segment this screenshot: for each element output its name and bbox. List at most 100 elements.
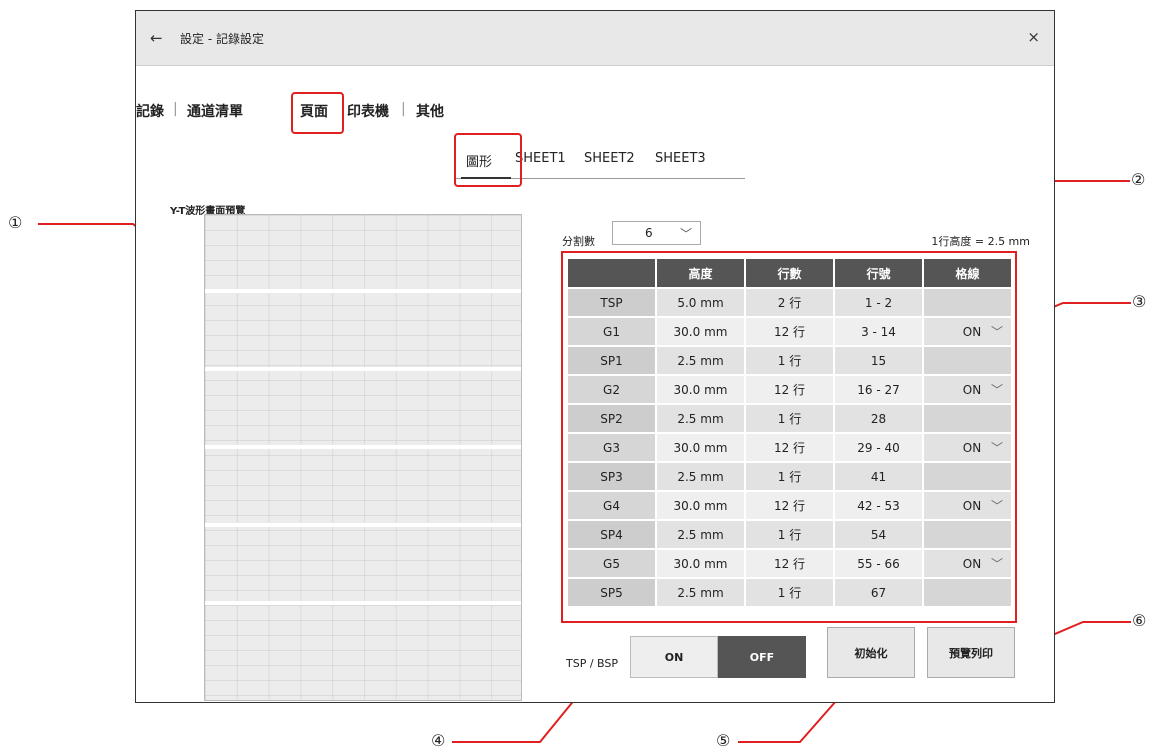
tsp-bsp-label: TSP / BSP — [566, 657, 619, 670]
table-row: TSP 5.0 mm 2 行 1 - 2 — [566, 287, 1013, 318]
subtab-sheet1[interactable]: SHEET1 — [515, 151, 566, 166]
tsp-bsp-off-button[interactable]: OFF — [718, 636, 806, 678]
preview-gap — [205, 289, 521, 293]
row-count: 12 行 — [744, 548, 835, 579]
callout-3: ③ — [1132, 292, 1147, 311]
tab-printer[interactable]: 印表機 — [347, 101, 389, 121]
subtab-sheet3[interactable]: SHEET3 — [655, 151, 706, 166]
row-name: SP2 — [566, 403, 657, 434]
row-numbers: 15 — [833, 345, 924, 376]
chevron-down-icon: ﹀ — [990, 499, 1003, 513]
row-numbers: 3 - 14 — [833, 316, 924, 347]
close-icon[interactable]: × — [1027, 28, 1040, 46]
row-count: 1 行 — [744, 577, 835, 608]
grid-cell — [922, 345, 1013, 376]
grid-value: ON — [962, 382, 982, 397]
row-numbers: 67 — [833, 577, 924, 608]
tsp-bsp-on-button[interactable]: ON — [630, 636, 718, 678]
row-count: 2 行 — [744, 287, 835, 318]
grid-value: ON — [962, 556, 982, 571]
table-header: 格線 — [922, 257, 1013, 289]
row-numbers: 42 - 53 — [833, 490, 924, 521]
row-height: 30.0 mm — [655, 316, 746, 347]
title-bar: ← 設定 - 記錄設定 × — [136, 11, 1054, 66]
grid-cell — [922, 519, 1013, 550]
preview-gap — [205, 445, 521, 449]
chevron-down-icon: ﹀ — [990, 441, 1003, 455]
row-count: 12 行 — [744, 374, 835, 405]
table-row: G5 30.0 mm 12 行 55 - 66 ON ﹀ — [566, 548, 1013, 579]
grid-select[interactable]: ON ﹀ — [922, 374, 1013, 405]
row-height: 2.5 mm — [655, 577, 746, 608]
tab-divider: | — [401, 101, 406, 117]
callout-1: ① — [8, 213, 23, 232]
grid-select[interactable]: ON ﹀ — [922, 490, 1013, 521]
table-row: SP4 2.5 mm 1 行 54 — [566, 519, 1013, 550]
chevron-down-icon: ﹀ — [990, 557, 1003, 571]
row-name: SP1 — [566, 345, 657, 376]
row-count: 1 行 — [744, 403, 835, 434]
row-height: 30.0 mm — [655, 374, 746, 405]
tab-other[interactable]: 其他 — [416, 101, 444, 121]
table-row: G2 30.0 mm 12 行 16 - 27 ON ﹀ — [566, 374, 1013, 405]
row-count: 1 行 — [744, 345, 835, 376]
window-title: 設定 - 記錄設定 — [180, 32, 264, 46]
row-count: 12 行 — [744, 490, 835, 521]
division-table: 高度 行數 行號 格線 TSP 5.0 mm 2 行 1 - 2 G1 30.0… — [566, 257, 1013, 608]
row-name: SP5 — [566, 577, 657, 608]
back-arrow-icon[interactable]: ← — [150, 29, 163, 47]
divisions-select[interactable]: 6 ﹀ — [612, 221, 701, 245]
row-numbers: 29 - 40 — [833, 432, 924, 463]
row-height: 2.5 mm — [655, 403, 746, 434]
row-numbers: 28 — [833, 403, 924, 434]
settings-window: ← 設定 - 記錄設定 × 記錄 | 通道清單 頁面 印表機 | 其他 圖形 S… — [135, 10, 1055, 703]
tab-channel-list[interactable]: 通道清單 — [187, 101, 243, 121]
chevron-down-icon: ﹀ — [679, 227, 692, 241]
print-preview-button[interactable]: 預覽列印 — [927, 627, 1015, 678]
chevron-down-icon: ﹀ — [990, 325, 1003, 339]
subtab-sheet2[interactable]: SHEET2 — [584, 151, 635, 166]
table-row: SP3 2.5 mm 1 行 41 — [566, 461, 1013, 492]
tab-divider: | — [173, 101, 178, 117]
grid-value: ON — [962, 324, 982, 339]
grid-cell — [922, 403, 1013, 434]
callout-5: ⑤ — [716, 731, 731, 750]
highlight-page-tab — [291, 92, 344, 134]
tab-record[interactable]: 記錄 — [136, 101, 164, 121]
table-row: G3 30.0 mm 12 行 29 - 40 ON ﹀ — [566, 432, 1013, 463]
row-height: 2.5 mm — [655, 345, 746, 376]
row-height: 30.0 mm — [655, 490, 746, 521]
row-height: 30.0 mm — [655, 432, 746, 463]
row-count: 12 行 — [744, 316, 835, 347]
row-numbers: 41 — [833, 461, 924, 492]
row-numbers: 16 - 27 — [833, 374, 924, 405]
grid-select[interactable]: ON ﹀ — [922, 432, 1013, 463]
preview-gap — [205, 367, 521, 371]
table-row: SP1 2.5 mm 1 行 15 — [566, 345, 1013, 376]
table-header: 行號 — [833, 257, 924, 289]
row-numbers: 1 - 2 — [833, 287, 924, 318]
row-numbers: 55 - 66 — [833, 548, 924, 579]
row-height: 5.0 mm — [655, 287, 746, 318]
row-height: 2.5 mm — [655, 461, 746, 492]
divisions-value: 6 — [645, 226, 653, 240]
highlight-graph-subtab — [454, 133, 522, 187]
table-header: 高度 — [655, 257, 746, 289]
table-header: 行數 — [744, 257, 835, 289]
yt-waveform-preview — [204, 214, 522, 701]
grid-select[interactable]: ON ﹀ — [922, 316, 1013, 347]
divisions-label: 分割數 — [562, 235, 595, 248]
row-height-info: 1行高度 = 2.5 mm — [931, 235, 1030, 248]
grid-select[interactable]: ON ﹀ — [922, 548, 1013, 579]
callout-6: ⑥ — [1132, 611, 1147, 630]
row-count: 1 行 — [744, 461, 835, 492]
row-name: G5 — [566, 548, 657, 579]
row-numbers: 54 — [833, 519, 924, 550]
row-name: G2 — [566, 374, 657, 405]
callout-2: ② — [1131, 170, 1146, 189]
preview-gap — [205, 523, 521, 527]
grid-cell — [922, 461, 1013, 492]
table-row: G4 30.0 mm 12 行 42 - 53 ON ﹀ — [566, 490, 1013, 521]
table-row: SP2 2.5 mm 1 行 28 — [566, 403, 1013, 434]
initialize-button[interactable]: 初始化 — [827, 627, 915, 678]
